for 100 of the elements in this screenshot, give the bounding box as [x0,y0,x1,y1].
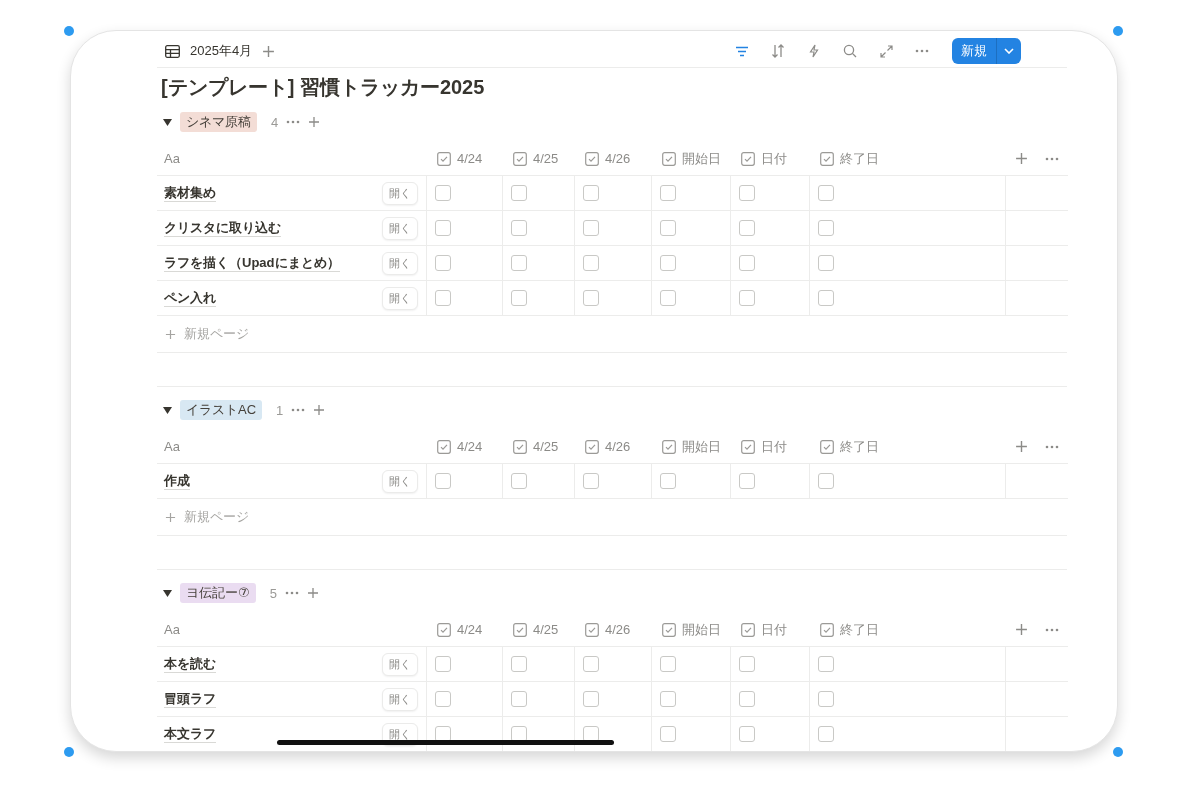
checkbox[interactable] [660,220,676,236]
checkbox[interactable] [739,255,755,271]
more-icon[interactable] [291,408,306,412]
lightning-icon[interactable] [809,44,819,58]
checkbox[interactable] [660,255,676,271]
plus-icon[interactable] [1014,623,1028,636]
open-button[interactable]: 開く [382,181,418,205]
checkbox-property-icon [513,622,527,637]
checkbox[interactable] [739,726,755,742]
group-tag: イラストAC [180,400,263,420]
more-icon[interactable] [1045,156,1060,161]
page-title[interactable]: クリスタに取り込む [164,219,281,237]
plus-icon[interactable] [165,328,176,340]
checkbox[interactable] [739,473,755,489]
view-tab[interactable]: 2025年4月 [190,42,253,60]
sort-icon[interactable] [771,44,785,58]
checkbox[interactable] [435,473,451,489]
checkbox[interactable] [818,726,834,742]
plus-icon[interactable] [1014,152,1028,165]
plus-icon[interactable] [1014,440,1028,453]
selection-handle[interactable] [1113,26,1123,36]
selection-handle[interactable] [64,26,74,36]
plus-icon[interactable] [306,587,319,599]
checkbox[interactable] [583,290,599,306]
checkbox[interactable] [660,185,676,201]
checkbox[interactable] [660,656,676,672]
checkbox[interactable] [660,290,676,306]
expand-icon[interactable] [879,44,893,58]
more-icon[interactable] [1045,444,1060,449]
selection-handle[interactable] [1113,747,1123,757]
collapse-triangle-icon[interactable] [163,588,172,598]
checkbox[interactable] [435,290,451,306]
search-icon[interactable] [843,44,857,58]
checkbox[interactable] [583,473,599,489]
column-header: 4/24 [457,151,483,166]
checkbox[interactable] [435,656,451,672]
collapse-triangle-icon[interactable] [163,405,172,415]
open-button[interactable]: 開く [382,652,418,676]
more-icon[interactable] [284,591,299,595]
checkbox[interactable] [583,185,599,201]
checkbox[interactable] [818,473,834,489]
checkbox[interactable] [435,185,451,201]
checkbox[interactable] [511,656,527,672]
checkbox[interactable] [511,473,527,489]
checkbox[interactable] [511,255,527,271]
checkbox[interactable] [511,220,527,236]
selection-handle[interactable] [64,747,74,757]
checkbox-property-icon [820,439,834,454]
checkbox[interactable] [818,220,834,236]
checkbox[interactable] [435,255,451,271]
open-button[interactable]: 開く [382,286,418,310]
checkbox[interactable] [818,691,834,707]
checkbox[interactable] [739,185,755,201]
open-button[interactable]: 開く [382,687,418,711]
checkbox[interactable] [739,220,755,236]
plus-icon[interactable] [308,116,321,128]
checkbox[interactable] [739,691,755,707]
plus-icon[interactable] [262,44,276,58]
column-header: 日付 [761,437,787,456]
checkbox[interactable] [818,656,834,672]
new-page-link[interactable]: 新規ページ [184,508,249,526]
more-icon[interactable] [1045,627,1060,632]
checkbox-property-icon [437,439,451,454]
page-title[interactable]: 本文ラフ [164,725,216,743]
checkbox[interactable] [435,220,451,236]
checkbox-property-icon [585,151,599,166]
collapse-triangle-icon[interactable] [163,117,172,127]
checkbox[interactable] [739,656,755,672]
page-title[interactable]: 作成 [164,472,190,490]
checkbox[interactable] [435,691,451,707]
checkbox[interactable] [739,290,755,306]
checkbox[interactable] [583,656,599,672]
column-header: Aa [157,430,427,464]
filter-icon[interactable] [735,45,749,57]
checkbox[interactable] [660,726,676,742]
checkbox[interactable] [583,220,599,236]
open-button[interactable]: 開く [382,216,418,240]
plus-icon[interactable] [313,404,326,416]
more-icon[interactable] [286,120,301,124]
plus-icon[interactable] [165,511,176,523]
checkbox[interactable] [583,691,599,707]
open-button[interactable]: 開く [382,251,418,275]
page-title[interactable]: ラフを描く（Upadにまとめ） [164,254,340,272]
more-icon[interactable] [915,49,929,53]
page-title[interactable]: 本を読む [164,655,216,673]
checkbox[interactable] [818,185,834,201]
checkbox[interactable] [583,255,599,271]
checkbox[interactable] [818,290,834,306]
column-header: 終了日 [840,437,879,456]
new-page-link[interactable]: 新規ページ [184,325,249,343]
checkbox[interactable] [660,691,676,707]
checkbox[interactable] [511,185,527,201]
checkbox[interactable] [511,290,527,306]
checkbox[interactable] [818,255,834,271]
checkbox[interactable] [511,691,527,707]
page-title[interactable]: 素材集め [164,184,216,202]
open-button[interactable]: 開く [382,469,418,493]
checkbox[interactable] [660,473,676,489]
page-title[interactable]: ペン入れ [164,289,216,307]
page-title[interactable]: 冒頭ラフ [164,690,216,708]
